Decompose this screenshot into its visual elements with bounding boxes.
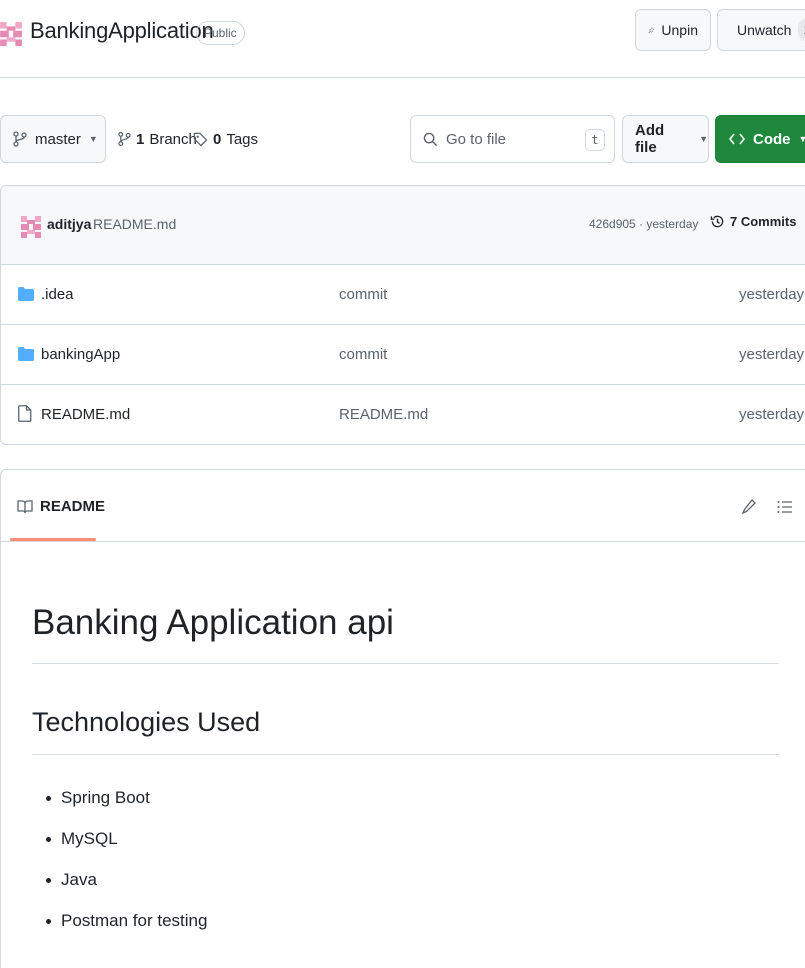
list-item: Spring Boot: [46, 788, 150, 808]
header-divider: [0, 77, 805, 78]
file-commit-message[interactable]: commit: [339, 346, 387, 363]
history-icon: [710, 215, 724, 228]
commits-label: 7 Commits: [730, 214, 797, 229]
branch-selector[interactable]: master ▼: [0, 115, 106, 163]
commit-author[interactable]: aditjya: [47, 216, 91, 232]
section-heading: Technologies Used: [32, 707, 261, 737]
chevron-down-icon: ▼: [798, 134, 805, 144]
bullet: [46, 836, 51, 842]
chevron-down-icon: ▼: [88, 134, 98, 144]
tags-count: 0: [213, 130, 222, 148]
title-divider: [32, 663, 779, 664]
latest-commit-bar: aditjya README.md 426d905 · yesterday 7 …: [1, 186, 805, 265]
unwatch-label: Unwatch: [737, 22, 792, 38]
commits-link[interactable]: 7 Commits: [710, 214, 796, 229]
shortcut-key: t: [585, 129, 605, 151]
file-name[interactable]: .idea: [41, 286, 74, 303]
file-commit-message[interactable]: README.md: [339, 406, 428, 423]
code-icon: [729, 133, 745, 145]
folder-icon: [18, 287, 34, 301]
bullet: [46, 795, 51, 801]
tag-icon: [193, 132, 208, 146]
bullet: [46, 918, 51, 924]
readme-tab-label: README: [40, 498, 106, 515]
avatar[interactable]: [21, 216, 41, 238]
code-button[interactable]: Code ▼: [715, 115, 805, 163]
file-age: yesterday: [739, 346, 805, 363]
readme-header: README: [1, 470, 805, 542]
code-label: Code: [753, 130, 791, 148]
go-to-file-placeholder: Go to file: [446, 130, 507, 148]
branch-icon: [118, 131, 131, 147]
file-age: yesterday: [739, 286, 805, 303]
list-item-text: Spring Boot: [61, 788, 150, 807]
visibility-badge: Public: [196, 21, 245, 45]
branch-name: master: [35, 130, 81, 148]
file-row[interactable]: README.md README.md yesterday: [1, 385, 805, 444]
add-file-label: Add file: [635, 122, 665, 156]
search-icon: [423, 132, 438, 146]
bullet: [46, 877, 51, 883]
file-commit-message[interactable]: commit: [339, 286, 387, 303]
commit-sha-time[interactable]: 426d905 · yesterday: [589, 217, 698, 231]
branches-count: 1: [136, 130, 145, 148]
file-icon: [18, 405, 32, 422]
tags-label: Tags: [226, 130, 259, 148]
list-item-text: Java: [61, 870, 97, 889]
watch-count: 1: [798, 19, 805, 41]
list-item-text: MySQL: [61, 829, 118, 848]
readme-panel: README Banking Application api Technolog…: [0, 469, 805, 968]
go-to-file-input[interactable]: Go to file t: [410, 115, 615, 163]
file-name[interactable]: bankingApp: [41, 346, 120, 363]
list-item: Postman for testing: [46, 911, 207, 931]
unpin-button[interactable]: Unpin: [635, 9, 711, 51]
pencil-icon[interactable]: [741, 498, 757, 516]
list-item: MySQL: [46, 829, 118, 849]
active-tab-indicator: [10, 538, 96, 541]
book-icon: [17, 499, 33, 513]
file-row[interactable]: .idea commit yesterday: [1, 265, 805, 325]
tags-link[interactable]: 0 Tags: [193, 115, 258, 163]
add-file-button[interactable]: Add file ▼: [622, 115, 709, 163]
repo-avatar-icon: [0, 22, 22, 46]
file-list: aditjya README.md 426d905 · yesterday 7 …: [0, 185, 805, 445]
chevron-down-icon: ▼: [699, 134, 708, 144]
unwatch-button[interactable]: Unwatch 1: [717, 9, 805, 51]
folder-icon: [18, 347, 34, 361]
branches-label: Branch: [149, 130, 197, 148]
pin-icon: [648, 26, 655, 34]
branch-icon: [13, 131, 27, 147]
readme-title: Banking Application api: [32, 603, 394, 642]
unpin-label: Unpin: [661, 22, 698, 38]
list-item: Java: [46, 870, 97, 890]
file-row[interactable]: bankingApp commit yesterday: [1, 325, 805, 385]
commit-message[interactable]: README.md: [93, 216, 176, 232]
file-name[interactable]: README.md: [41, 406, 130, 423]
branches-link[interactable]: 1 Branch: [118, 115, 197, 163]
section-divider: [32, 754, 779, 755]
file-age: yesterday: [739, 406, 805, 423]
list-icon[interactable]: [777, 500, 793, 514]
list-item-text: Postman for testing: [61, 911, 208, 930]
repo-name[interactable]: BankingApplication: [30, 18, 214, 44]
tab-readme[interactable]: README: [17, 498, 105, 515]
